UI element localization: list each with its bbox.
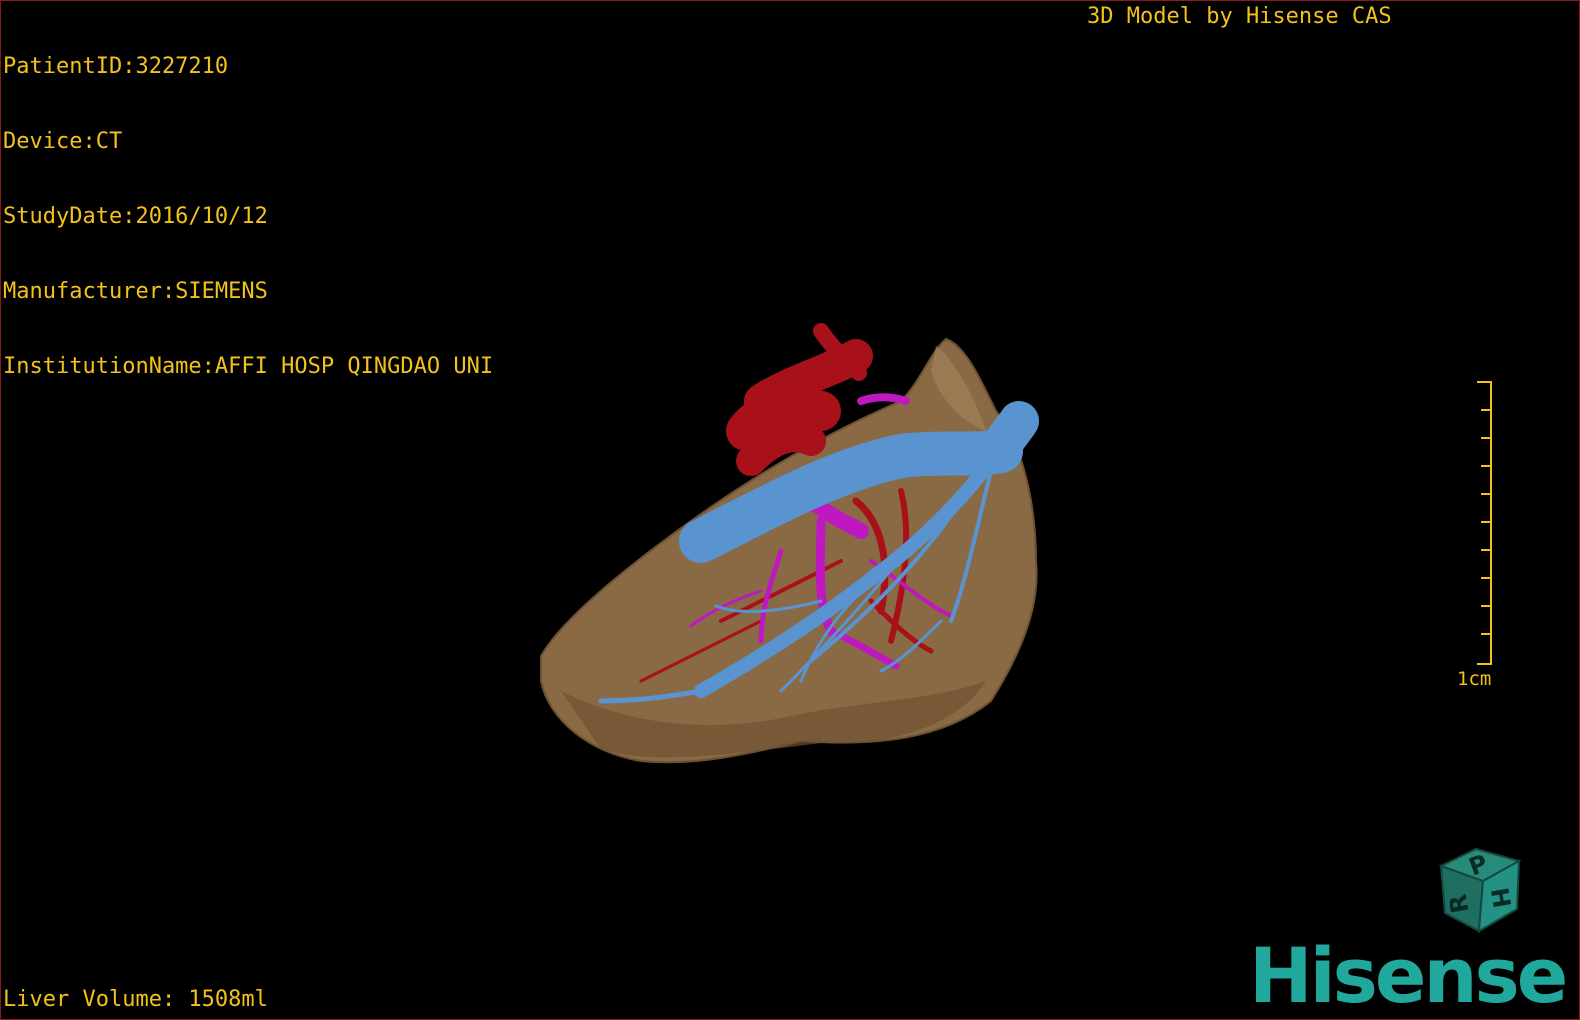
- device-label: Device:CT: [3, 129, 123, 154]
- institution-label: InstitutionName:AFFI HOSP QINGDAO UNI: [3, 354, 494, 379]
- scale-bar: [1477, 381, 1492, 665]
- liver-volume-label: Liver Volume: 1508ml: [3, 987, 268, 1012]
- model-watermark: 3D Model by Hisense CAS: [1087, 4, 1392, 29]
- orientation-cube[interactable]: P H R: [1431, 841, 1531, 941]
- hisense-logo: Hisense: [1249, 931, 1568, 1020]
- patient-id-label: PatientID:3227210: [3, 54, 229, 79]
- study-date-label: StudyDate:2016/10/12: [3, 204, 268, 229]
- scale-bar-label: 1cm: [1457, 668, 1492, 690]
- 3d-viewport[interactable]: PatientID:3227210 Device:CT StudyDate:20…: [0, 0, 1580, 1020]
- study-info: PatientID:3227210 Device:CT StudyDate:20…: [3, 4, 493, 429]
- manufacturer-label: Manufacturer:SIEMENS: [3, 279, 268, 304]
